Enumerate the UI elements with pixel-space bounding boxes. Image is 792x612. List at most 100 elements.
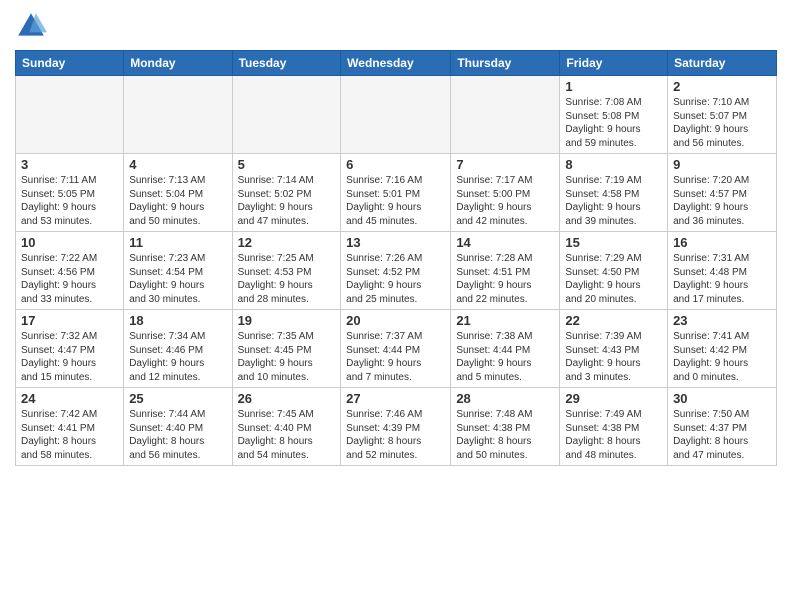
- day-number: 13: [346, 235, 445, 250]
- calendar-day-header: Tuesday: [232, 51, 341, 76]
- calendar-week-row: 17 Sunrise: 7:32 AM Sunset: 4:47 PM Dayli…: [16, 310, 777, 388]
- calendar-cell: 8 Sunrise: 7:19 AM Sunset: 4:58 PM Daylig…: [560, 154, 668, 232]
- day-info: Sunrise: 7:19 AM Sunset: 4:58 PM Dayligh…: [565, 174, 662, 228]
- day-number: 21: [456, 313, 554, 328]
- day-info: Sunrise: 7:23 AM Sunset: 4:54 PM Dayligh…: [129, 252, 226, 306]
- day-number: 25: [129, 391, 226, 406]
- day-info: Sunrise: 7:20 AM Sunset: 4:57 PM Dayligh…: [673, 174, 771, 228]
- day-info: Sunrise: 7:49 AM Sunset: 4:38 PM Dayligh…: [565, 408, 662, 462]
- calendar-day-header: Sunday: [16, 51, 124, 76]
- day-number: 1: [565, 79, 662, 94]
- day-info: Sunrise: 7:42 AM Sunset: 4:41 PM Dayligh…: [21, 408, 118, 462]
- day-info: Sunrise: 7:32 AM Sunset: 4:47 PM Dayligh…: [21, 330, 118, 384]
- day-info: Sunrise: 7:48 AM Sunset: 4:38 PM Dayligh…: [456, 408, 554, 462]
- day-info: Sunrise: 7:10 AM Sunset: 5:07 PM Dayligh…: [673, 96, 771, 150]
- day-number: 24: [21, 391, 118, 406]
- day-number: 30: [673, 391, 771, 406]
- day-info: Sunrise: 7:38 AM Sunset: 4:44 PM Dayligh…: [456, 330, 554, 384]
- day-number: 14: [456, 235, 554, 250]
- day-number: 18: [129, 313, 226, 328]
- calendar-day-header: Friday: [560, 51, 668, 76]
- calendar-cell: 22 Sunrise: 7:39 AM Sunset: 4:43 PM Dayli…: [560, 310, 668, 388]
- day-info: Sunrise: 7:25 AM Sunset: 4:53 PM Dayligh…: [238, 252, 336, 306]
- calendar-cell: 23 Sunrise: 7:41 AM Sunset: 4:42 PM Dayli…: [668, 310, 777, 388]
- day-number: 11: [129, 235, 226, 250]
- calendar-cell: 16 Sunrise: 7:31 AM Sunset: 4:48 PM Dayli…: [668, 232, 777, 310]
- day-info: Sunrise: 7:31 AM Sunset: 4:48 PM Dayligh…: [673, 252, 771, 306]
- calendar-cell: 19 Sunrise: 7:35 AM Sunset: 4:45 PM Dayli…: [232, 310, 341, 388]
- day-info: Sunrise: 7:29 AM Sunset: 4:50 PM Dayligh…: [565, 252, 662, 306]
- calendar-cell: 24 Sunrise: 7:42 AM Sunset: 4:41 PM Dayli…: [16, 388, 124, 466]
- calendar-cell: 1 Sunrise: 7:08 AM Sunset: 5:08 PM Daylig…: [560, 76, 668, 154]
- day-number: 9: [673, 157, 771, 172]
- calendar-cell: 13 Sunrise: 7:26 AM Sunset: 4:52 PM Dayli…: [341, 232, 451, 310]
- day-number: 26: [238, 391, 336, 406]
- day-number: 28: [456, 391, 554, 406]
- calendar-cell: [16, 76, 124, 154]
- calendar-cell: 28 Sunrise: 7:48 AM Sunset: 4:38 PM Dayli…: [451, 388, 560, 466]
- calendar-table: SundayMondayTuesdayWednesdayThursdayFrid…: [15, 50, 777, 466]
- calendar-day-header: Thursday: [451, 51, 560, 76]
- day-info: Sunrise: 7:26 AM Sunset: 4:52 PM Dayligh…: [346, 252, 445, 306]
- day-info: Sunrise: 7:35 AM Sunset: 4:45 PM Dayligh…: [238, 330, 336, 384]
- calendar-cell: 18 Sunrise: 7:34 AM Sunset: 4:46 PM Dayli…: [124, 310, 232, 388]
- calendar-week-row: 3Sunrise: 7:11 AM Sunset: 5:05 PM Daylig…: [16, 154, 777, 232]
- day-number: 20: [346, 313, 445, 328]
- day-number: 10: [21, 235, 118, 250]
- logo-icon: [15, 10, 47, 42]
- calendar-cell: 9 Sunrise: 7:20 AM Sunset: 4:57 PM Daylig…: [668, 154, 777, 232]
- calendar-cell: [451, 76, 560, 154]
- calendar-cell: 12 Sunrise: 7:25 AM Sunset: 4:53 PM Dayli…: [232, 232, 341, 310]
- day-number: 27: [346, 391, 445, 406]
- calendar-cell: 2 Sunrise: 7:10 AM Sunset: 5:07 PM Daylig…: [668, 76, 777, 154]
- calendar-cell: [124, 76, 232, 154]
- day-number: 29: [565, 391, 662, 406]
- day-number: 22: [565, 313, 662, 328]
- calendar-cell: 15 Sunrise: 7:29 AM Sunset: 4:50 PM Dayli…: [560, 232, 668, 310]
- calendar-cell: 17 Sunrise: 7:32 AM Sunset: 4:47 PM Dayli…: [16, 310, 124, 388]
- page: SundayMondayTuesdayWednesdayThursdayFrid…: [0, 0, 792, 612]
- day-info: Sunrise: 7:41 AM Sunset: 4:42 PM Dayligh…: [673, 330, 771, 384]
- day-info: Sunrise: 7:39 AM Sunset: 4:43 PM Dayligh…: [565, 330, 662, 384]
- calendar-cell: 5Sunrise: 7:14 AM Sunset: 5:02 PM Daylig…: [232, 154, 341, 232]
- calendar-day-header: Monday: [124, 51, 232, 76]
- day-number: 12: [238, 235, 336, 250]
- calendar-week-row: 1 Sunrise: 7:08 AM Sunset: 5:08 PM Daylig…: [16, 76, 777, 154]
- day-info: Sunrise: 7:16 AM Sunset: 5:01 PM Dayligh…: [346, 174, 445, 228]
- day-info: Sunrise: 7:45 AM Sunset: 4:40 PM Dayligh…: [238, 408, 336, 462]
- day-info: Sunrise: 7:28 AM Sunset: 4:51 PM Dayligh…: [456, 252, 554, 306]
- day-number: 19: [238, 313, 336, 328]
- day-number: 8: [565, 157, 662, 172]
- calendar-cell: 29 Sunrise: 7:49 AM Sunset: 4:38 PM Dayli…: [560, 388, 668, 466]
- day-info: Sunrise: 7:44 AM Sunset: 4:40 PM Dayligh…: [129, 408, 226, 462]
- day-number: 7: [456, 157, 554, 172]
- day-number: 17: [21, 313, 118, 328]
- day-info: Sunrise: 7:14 AM Sunset: 5:02 PM Dayligh…: [238, 174, 336, 228]
- day-number: 16: [673, 235, 771, 250]
- day-number: 4: [129, 157, 226, 172]
- day-info: Sunrise: 7:08 AM Sunset: 5:08 PM Dayligh…: [565, 96, 662, 150]
- day-number: 2: [673, 79, 771, 94]
- calendar-cell: 21 Sunrise: 7:38 AM Sunset: 4:44 PM Dayli…: [451, 310, 560, 388]
- calendar-day-header: Saturday: [668, 51, 777, 76]
- day-number: 6: [346, 157, 445, 172]
- day-info: Sunrise: 7:34 AM Sunset: 4:46 PM Dayligh…: [129, 330, 226, 384]
- calendar-cell: 11 Sunrise: 7:23 AM Sunset: 4:54 PM Dayli…: [124, 232, 232, 310]
- day-info: Sunrise: 7:50 AM Sunset: 4:37 PM Dayligh…: [673, 408, 771, 462]
- calendar-header-row: SundayMondayTuesdayWednesdayThursdayFrid…: [16, 51, 777, 76]
- day-number: 23: [673, 313, 771, 328]
- calendar-cell: 3Sunrise: 7:11 AM Sunset: 5:05 PM Daylig…: [16, 154, 124, 232]
- calendar-cell: 20 Sunrise: 7:37 AM Sunset: 4:44 PM Dayli…: [341, 310, 451, 388]
- day-info: Sunrise: 7:13 AM Sunset: 5:04 PM Dayligh…: [129, 174, 226, 228]
- calendar-cell: 27Sunrise: 7:46 AM Sunset: 4:39 PM Dayli…: [341, 388, 451, 466]
- calendar-cell: 25 Sunrise: 7:44 AM Sunset: 4:40 PM Dayli…: [124, 388, 232, 466]
- header: [15, 10, 777, 42]
- day-info: Sunrise: 7:11 AM Sunset: 5:05 PM Dayligh…: [21, 174, 118, 228]
- calendar-cell: 10 Sunrise: 7:22 AM Sunset: 4:56 PM Dayli…: [16, 232, 124, 310]
- calendar-cell: [341, 76, 451, 154]
- day-info: Sunrise: 7:37 AM Sunset: 4:44 PM Dayligh…: [346, 330, 445, 384]
- day-number: 15: [565, 235, 662, 250]
- logo: [15, 10, 51, 42]
- day-info: Sunrise: 7:22 AM Sunset: 4:56 PM Dayligh…: [21, 252, 118, 306]
- day-info: Sunrise: 7:17 AM Sunset: 5:00 PM Dayligh…: [456, 174, 554, 228]
